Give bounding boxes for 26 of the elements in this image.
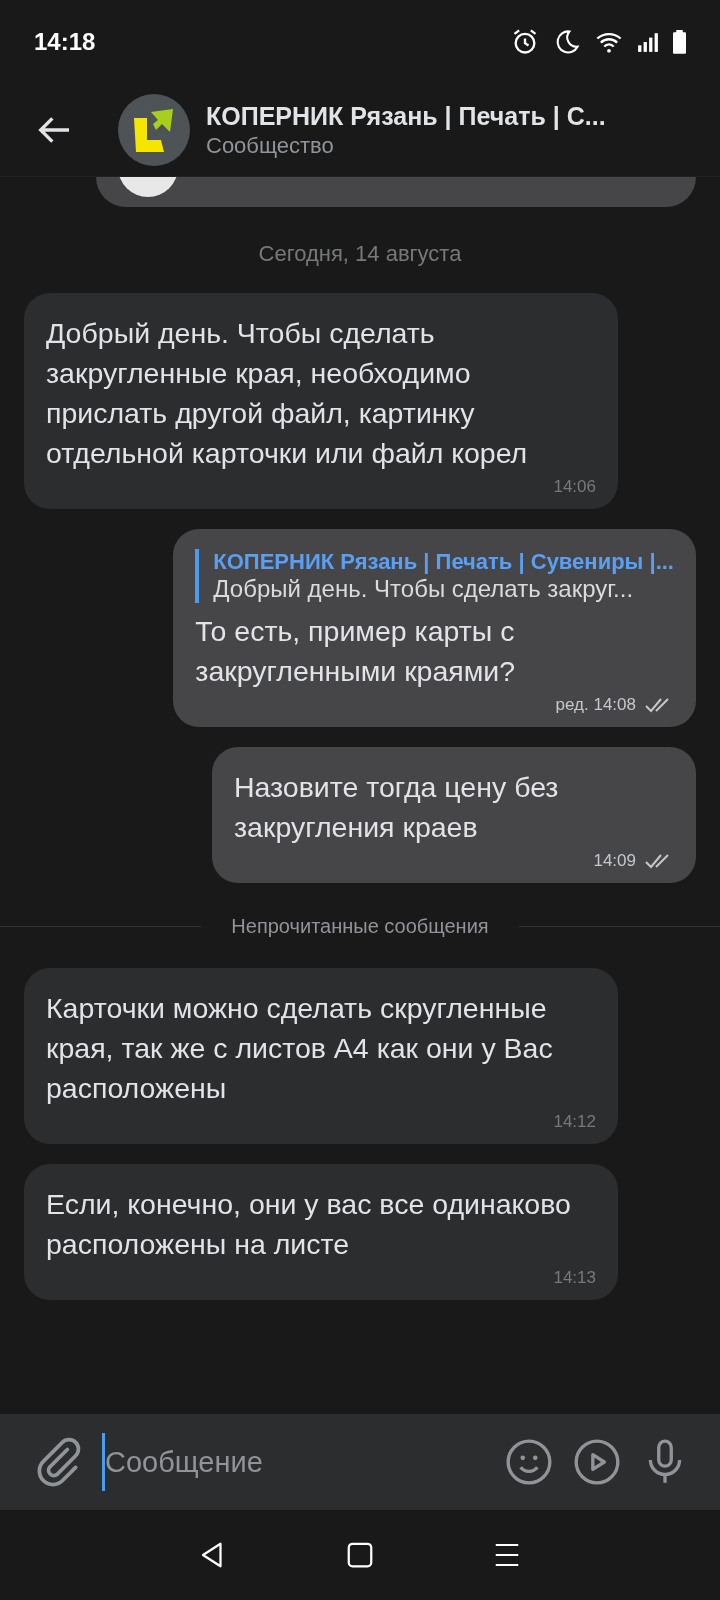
message-time: 14:13 <box>553 1268 596 1288</box>
message-bar[interactable]: Сообщение <box>0 1414 720 1510</box>
message-text: То есть, пример карты с закругленными краями? <box>195 614 517 689</box>
unread-separator: Непрочитанные сообщения <box>231 915 489 938</box>
message-text: Добрый день. Чтобы сделать закругленные края, необходимо прислать другой файл, картинку отдельной карточки или файл корел <box>46 316 529 471</box>
play-icon[interactable] <box>572 1437 622 1487</box>
reply-author: КОПЕРНИК Рязань | Печать | Сувениры |... <box>213 549 674 575</box>
message-time: 14:12 <box>553 1112 596 1132</box>
clock: 14:18 <box>34 28 96 56</box>
message-time: 14:09 <box>593 851 636 871</box>
community-avatar[interactable] <box>118 94 190 166</box>
message-time: ред. 14:08 <box>555 695 636 715</box>
message-text: Если, конечно, они у вас все одинаково расположены на листе <box>46 1187 572 1262</box>
message-text: Карточки можно сделать скругленные края, так же с листов А4 как они у Вас расположены <box>46 991 554 1106</box>
message-text: Назовите тогда цену без закругления краев <box>234 770 560 845</box>
date-separator: Сегодня, 14 августа <box>258 241 462 267</box>
quoted-reply[interactable]: КОПЕРНИК Рязань | Печать | Сувениры |... Добрый день. Чтобы сделать закруг... <box>195 549 674 603</box>
home-nav-icon[interactable] <box>345 1540 375 1570</box>
message-time: 14:06 <box>553 477 596 497</box>
smiley-icon[interactable] <box>504 1437 554 1487</box>
alarm-icon <box>511 28 539 56</box>
chat-subtitle: Сообщество <box>206 132 335 159</box>
signal-icon <box>637 31 659 53</box>
chat-title: КОПЕРНИК Рязань | Печать | С... <box>206 101 606 131</box>
battery-icon <box>673 30 686 54</box>
reply-text: Добрый день. Чтобы сделать закруг... <box>213 575 635 603</box>
